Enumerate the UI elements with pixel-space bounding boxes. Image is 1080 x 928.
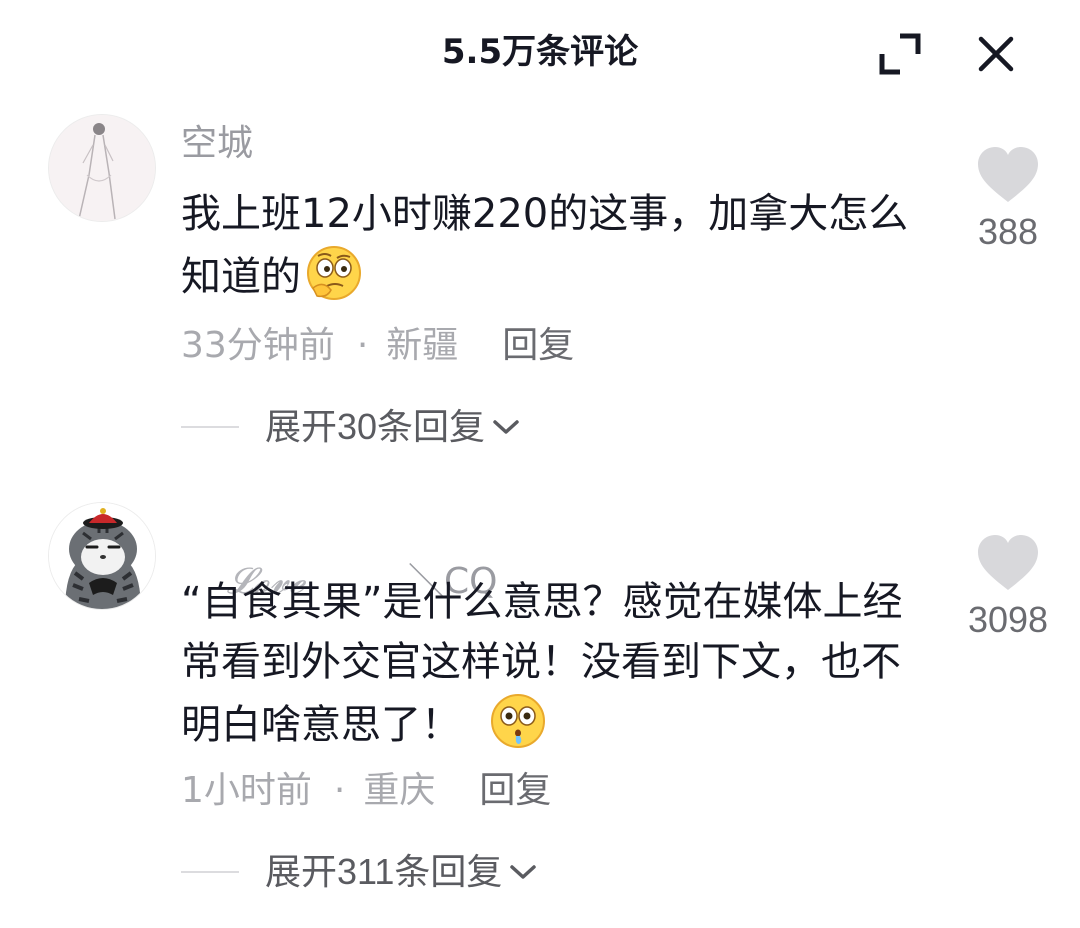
separator-dot: ·	[356, 325, 369, 366]
expand-replies-button[interactable]: 展开30条回复	[181, 402, 521, 452]
comment-location: 重庆	[363, 770, 436, 811]
close-icon[interactable]	[972, 30, 1020, 78]
comment-time: 33分钟前	[181, 325, 335, 366]
comment-meta: 33分钟前 · 新疆 回复	[181, 321, 574, 371]
like-button[interactable]: 3098	[940, 534, 1076, 644]
expand-replies-label: 展开311条回复	[265, 851, 503, 892]
comments-header: 5.5万条评论	[0, 0, 1080, 104]
avatar[interactable]	[48, 502, 156, 610]
expand-replies-label: 展开30条回复	[265, 406, 486, 447]
like-count: 3098	[967, 599, 1049, 640]
like-count: 388	[977, 211, 1039, 252]
comment-text-content: 我上班12小时赚220的这事，加拿大怎么知道的	[181, 191, 909, 300]
comment-text: 我上班12小时赚220的这事，加拿大怎么知道的	[181, 184, 911, 307]
comment-meta: 1小时前 · 重庆 回复	[181, 766, 551, 816]
reply-button[interactable]: 回复	[502, 325, 574, 366]
divider-line	[181, 426, 239, 428]
separator-dot: ·	[333, 770, 346, 811]
comment-time: 1小时前	[181, 770, 312, 811]
expand-replies-button[interactable]: 展开311条回复	[181, 847, 538, 897]
divider-line	[181, 871, 239, 873]
comment-location: 新疆	[386, 325, 459, 366]
avatar[interactable]	[48, 114, 156, 222]
like-button[interactable]: 388	[940, 146, 1076, 256]
heart-icon	[978, 535, 1038, 590]
chevron-down-icon	[510, 865, 537, 879]
comment-text: “自食其果”是什么意思？感觉在媒体上经常看到外交官这样说！没看到下文，也不明白啥…	[181, 572, 911, 755]
reply-button[interactable]: 回复	[479, 770, 551, 811]
username[interactable]: 空城	[181, 119, 253, 169]
drooling-confused-face-icon	[489, 692, 547, 750]
chevron-down-icon	[493, 420, 519, 434]
heart-icon	[978, 147, 1038, 202]
thinking-face-icon	[305, 244, 363, 302]
expand-icon[interactable]	[876, 30, 924, 78]
